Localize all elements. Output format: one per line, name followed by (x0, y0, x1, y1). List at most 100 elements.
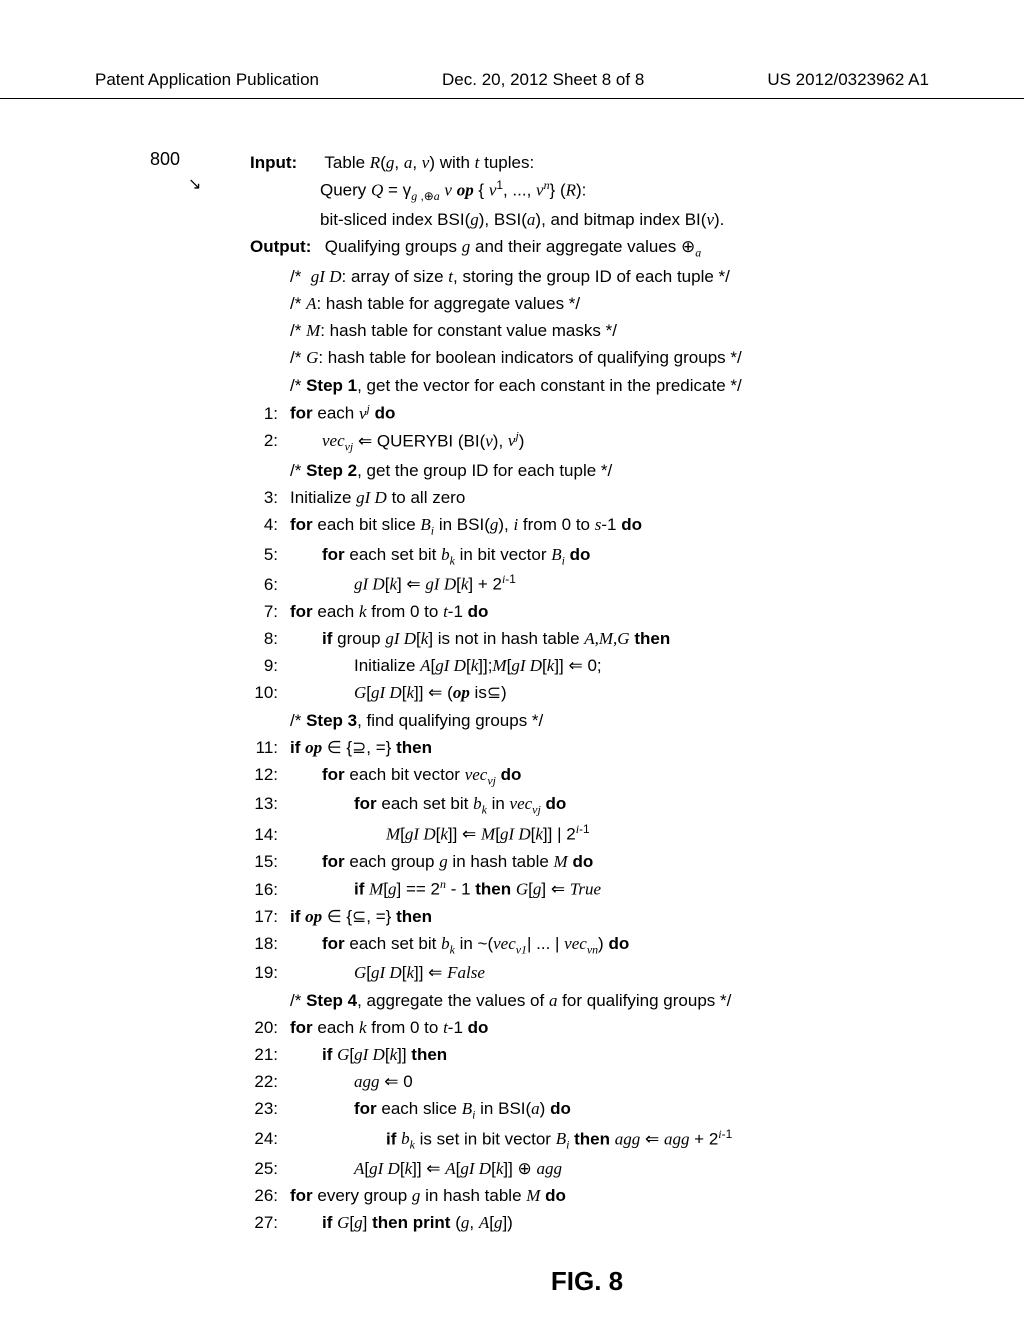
input-row-3: bit-sliced index BSI(g), BSI(a), and bit… (320, 206, 1024, 233)
step-3: /* Step 3, find qualifying groups */ (290, 707, 1024, 734)
line-num: 15: (250, 848, 278, 875)
line-1: for each vj do (290, 399, 1024, 427)
code-line: 13: for each set bit bk in vecvj do (250, 790, 1024, 819)
line-num: 3: (250, 484, 278, 511)
comment-line: /* A: hash table for aggregate values */ (250, 290, 1024, 317)
step-line: /* Step 1, get the vector for each const… (250, 372, 1024, 399)
input-text-1: Table R(g, a, v) with t tuples: (324, 153, 534, 172)
step-1: /* Step 1, get the vector for each const… (290, 372, 1024, 399)
step-line: /* Step 2, get the group ID for each tup… (250, 457, 1024, 484)
line-15: for each group g in hash table M do (290, 848, 1024, 875)
comment-line: /* G: hash table for boolean indicators … (250, 344, 1024, 371)
line-num: 19: (250, 959, 278, 986)
code-line: 1:for each vj do (250, 399, 1024, 427)
line-12: for each bit vector vecvj do (290, 761, 1024, 790)
algorithm-block: Input: Table R(g, a, v) with t tuples: Q… (250, 149, 1024, 1236)
line-num: 2: (250, 427, 278, 454)
line-num: 20: (250, 1014, 278, 1041)
line-20: for each k from 0 to t-1 do (290, 1014, 1024, 1041)
line-num: 27: (250, 1209, 278, 1236)
code-line: 18:for each set bit bk in ~(vecv1| ... |… (250, 930, 1024, 959)
page-header: Patent Application Publication Dec. 20, … (0, 0, 1024, 99)
line-27: if G[g] then print (g, A[g]) (290, 1209, 1024, 1236)
line-21: if G[gI D[k]] then (290, 1041, 1024, 1068)
code-line: 17:if op ∈ {⊆, =} then (250, 903, 1024, 930)
output-row: Output: Qualifying groups g and their ag… (250, 233, 1024, 262)
line-9: Initialize A[gI D[k]];M[gI D[k]] ⇐ 0; (290, 652, 1024, 679)
figure-arrow-icon: ↘ (188, 174, 201, 194)
line-num: 14: (250, 821, 278, 848)
input-label: Input: (250, 149, 320, 176)
figure-caption: FIG. 8 (150, 1266, 1024, 1297)
code-line: 7: for each k from 0 to t-1 do (250, 598, 1024, 625)
line-8: if group gI D[k] is not in hash table A,… (290, 625, 1024, 652)
code-line: 16: if M[g] == 2n - 1 then G[g] ⇐ True (250, 875, 1024, 903)
code-line: 25: A[gI D[k]] ⇐ A[gI D[k]] ⊕ agg (250, 1155, 1024, 1182)
line-17: if op ∈ {⊆, =} then (290, 903, 1024, 930)
step-4: /* Step 4, aggregate the values of a for… (290, 987, 1024, 1014)
code-line: 21: if G[gI D[k]] then (250, 1041, 1024, 1068)
header-right: US 2012/0323962 A1 (767, 70, 929, 90)
line-18: for each set bit bk in ~(vecv1| ... | ve… (290, 930, 1024, 959)
line-num: 13: (250, 790, 278, 817)
line-23: for each slice Bi in BSI(a) do (290, 1095, 1024, 1124)
line-num: 10: (250, 679, 278, 706)
header-center: Dec. 20, 2012 Sheet 8 of 8 (442, 70, 644, 90)
step-2: /* Step 2, get the group ID for each tup… (290, 457, 1024, 484)
code-line: 20: for each k from 0 to t-1 do (250, 1014, 1024, 1041)
line-num: 24: (250, 1125, 278, 1152)
code-line: 15: for each group g in hash table M do (250, 848, 1024, 875)
line-10: G[gI D[k]] ⇐ (op is⊆) (290, 679, 1024, 706)
figure-number: 800 (150, 149, 180, 170)
line-num: 8: (250, 625, 278, 652)
comment-line: /* gI D: array of size t, storing the gr… (250, 263, 1024, 290)
line-13: for each set bit bk in vecvj do (290, 790, 1024, 819)
step-line: /* Step 3, find qualifying groups */ (250, 707, 1024, 734)
output-label: Output: (250, 233, 320, 260)
line-4: for each bit slice Bi in BSI(g), i from … (290, 511, 1024, 540)
line-7: for each k from 0 to t-1 do (290, 598, 1024, 625)
code-line: 3:Initialize gI D to all zero (250, 484, 1024, 511)
input-text-3: bit-sliced index BSI(g), BSI(a), and bit… (320, 206, 1024, 233)
line-14: M[gI D[k]] ⇐ M[gI D[k]] | 2i-1 (290, 820, 1024, 848)
line-24: if bk is set in bit vector Bi then agg ⇐… (290, 1125, 1024, 1155)
code-line: 26:for every group g in hash table M do (250, 1182, 1024, 1209)
line-16: if M[g] == 2n - 1 then G[g] ⇐ True (290, 875, 1024, 903)
code-line: 4: for each bit slice Bi in BSI(g), i fro… (250, 511, 1024, 540)
line-num: 9: (250, 652, 278, 679)
line-num: 5: (250, 541, 278, 568)
input-row: Input: Table R(g, a, v) with t tuples: (250, 149, 1024, 176)
line-num: 6: (250, 571, 278, 598)
step-line: /* Step 4, aggregate the values of a for… (250, 987, 1024, 1014)
line-6: gI D[k] ⇐ gI D[k] + 2i-1 (290, 570, 1024, 598)
code-line: 11: if op ∈ {⊇, =} then (250, 734, 1024, 761)
line-num: 11: (250, 734, 278, 761)
code-line: 9: Initialize A[gI D[k]];M[gI D[k]] ⇐ 0; (250, 652, 1024, 679)
line-11: if op ∈ {⊇, =} then (290, 734, 1024, 761)
code-line: 5:for each set bit bk in bit vector Bi d… (250, 541, 1024, 570)
input-row-2: Query Q = γg ,⊕a v op { v1, ..., vn} (R)… (320, 176, 1024, 206)
code-line: 14: M[gI D[k]] ⇐ M[gI D[k]] | 2i-1 (250, 820, 1024, 848)
line-num: 7: (250, 598, 278, 625)
line-num: 25: (250, 1155, 278, 1182)
comment-3: /* M: hash table for constant value mask… (290, 317, 1024, 344)
line-25: A[gI D[k]] ⇐ A[gI D[k]] ⊕ agg (290, 1155, 1024, 1182)
header-left: Patent Application Publication (95, 70, 319, 90)
line-num: 21: (250, 1041, 278, 1068)
comment-1: /* gI D: array of size t, storing the gr… (290, 263, 1024, 290)
code-line: 23:for each slice Bi in BSI(a) do (250, 1095, 1024, 1124)
code-line: 22:agg ⇐ 0 (250, 1068, 1024, 1095)
code-line: 8: if group gI D[k] is not in hash table … (250, 625, 1024, 652)
comment-line: /* M: hash table for constant value mask… (250, 317, 1024, 344)
code-line: 19: G[gI D[k]] ⇐ False (250, 959, 1024, 986)
code-line: 24: if bk is set in bit vector Bi then ag… (250, 1125, 1024, 1155)
code-line: 2:vecvj ⇐ QUERYBI (BI(v), vj) (250, 427, 1024, 457)
line-num: 22: (250, 1068, 278, 1095)
comment-2: /* A: hash table for aggregate values */ (290, 290, 1024, 317)
line-19: G[gI D[k]] ⇐ False (290, 959, 1024, 986)
page-content: 800 ↘ Input: Table R(g, a, v) with t tup… (0, 99, 1024, 1297)
line-num: 12: (250, 761, 278, 788)
line-num: 4: (250, 511, 278, 538)
line-num: 16: (250, 876, 278, 903)
code-line: 6: gI D[k] ⇐ gI D[k] + 2i-1 (250, 570, 1024, 598)
